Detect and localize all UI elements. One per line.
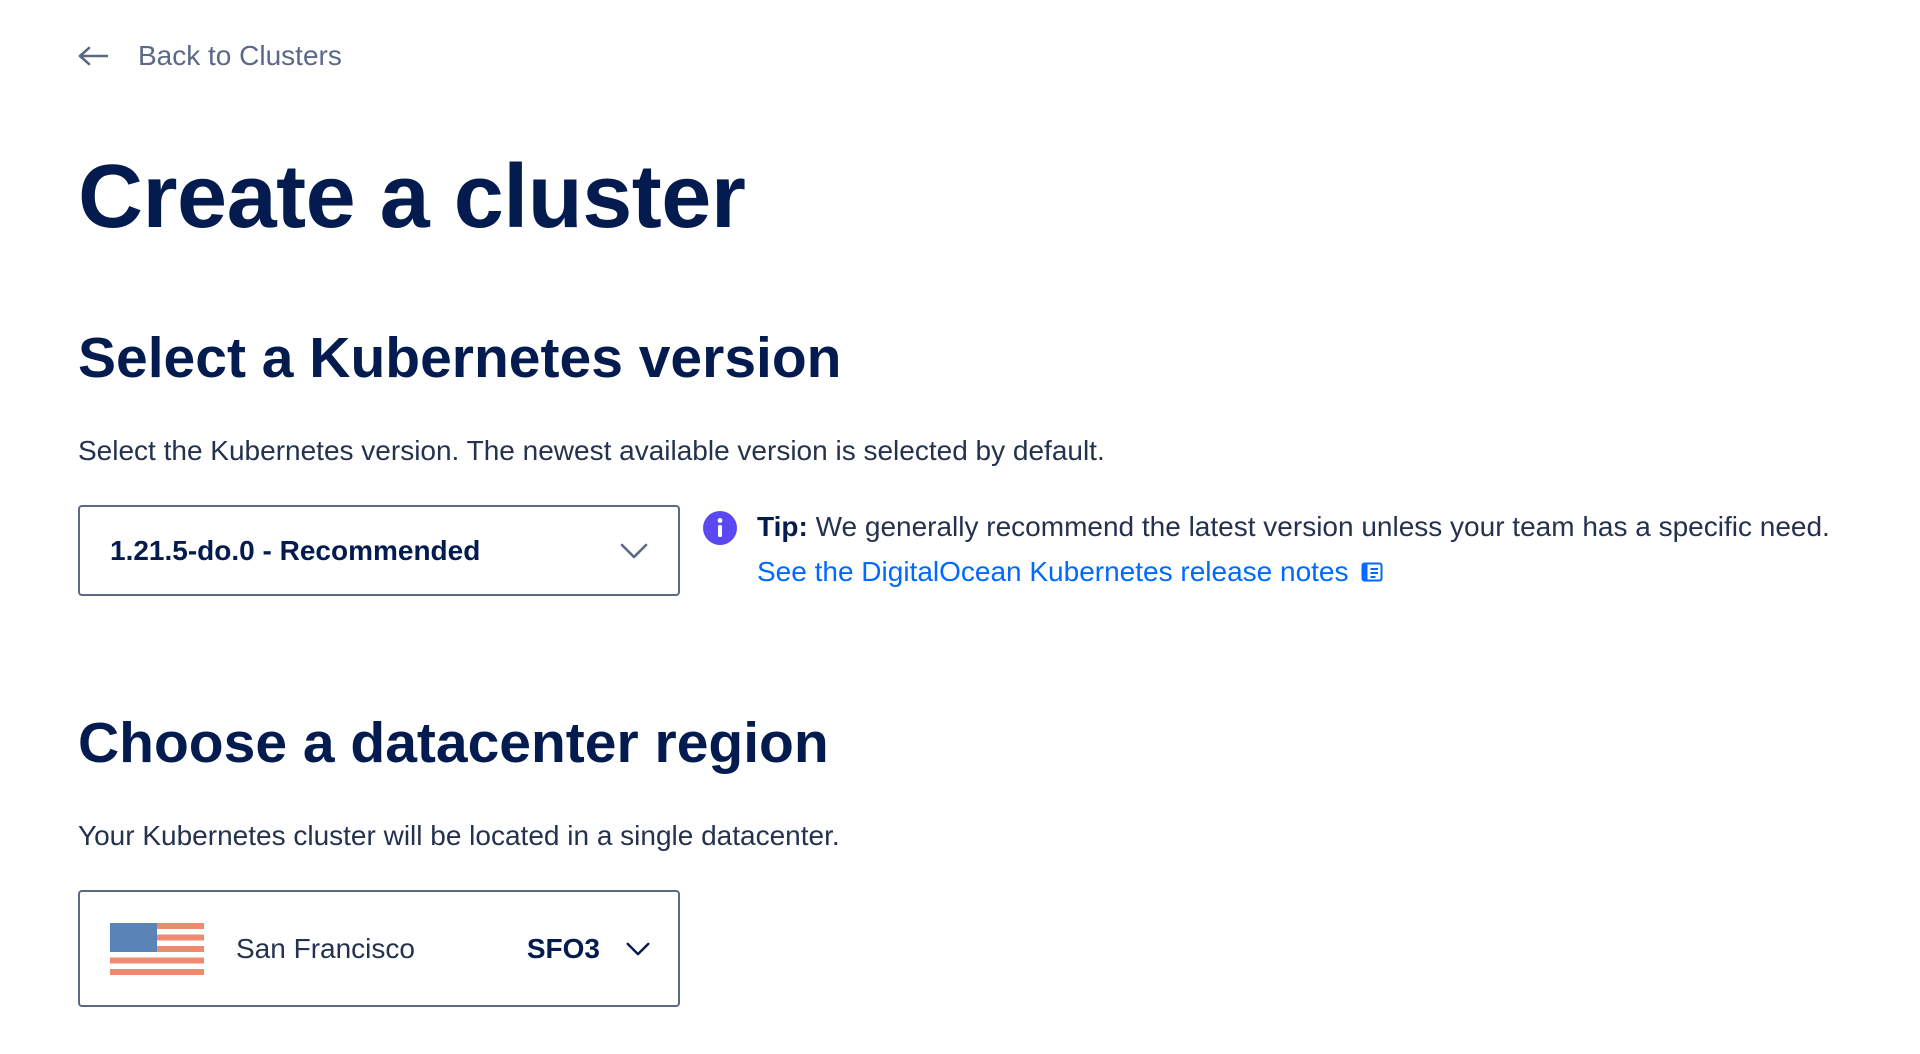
region-section-description: Your Kubernetes cluster will be located … — [78, 820, 840, 851]
document-icon — [1361, 562, 1382, 581]
back-link-label: Back to Clusters — [138, 40, 342, 71]
selected-version-value: 1.21.5-do.0 - Recommended — [110, 534, 481, 566]
page-title: Create a cluster — [78, 147, 746, 247]
tip-link-line: See the DigitalOcean Kubernetes release … — [757, 549, 1830, 594]
version-section-description: Select the Kubernetes version. The newes… — [78, 435, 1105, 466]
chevron-down-icon — [626, 942, 650, 955]
tip-text: We generally recommend the latest versio… — [807, 511, 1830, 542]
back-to-clusters-link[interactable]: Back to Clusters — [78, 40, 342, 72]
chevron-down-icon — [620, 543, 648, 558]
tip-label: Tip: — [757, 511, 808, 542]
us-flag-icon — [110, 922, 204, 975]
version-tip: Tip: We generally recommend the latest v… — [703, 510, 1830, 594]
selected-region-name: San Francisco — [236, 932, 415, 964]
info-icon — [703, 511, 737, 545]
datacenter-region-select[interactable]: San Francisco SFO3 — [78, 890, 680, 1007]
tip-text-line: Tip: We generally recommend the latest v… — [757, 504, 1830, 549]
selected-region-code: SFO3 — [526, 932, 600, 964]
kubernetes-version-select[interactable]: 1.21.5-do.0 - Recommended — [78, 505, 680, 596]
tip-body: Tip: We generally recommend the latest v… — [757, 504, 1830, 594]
arrow-left-icon — [78, 46, 108, 66]
version-section-title: Select a Kubernetes version — [78, 326, 842, 390]
release-notes-link-label: See the DigitalOcean Kubernetes release … — [757, 556, 1349, 587]
release-notes-link[interactable]: See the DigitalOcean Kubernetes release … — [757, 549, 1383, 594]
region-section-title: Choose a datacenter region — [78, 711, 829, 775]
